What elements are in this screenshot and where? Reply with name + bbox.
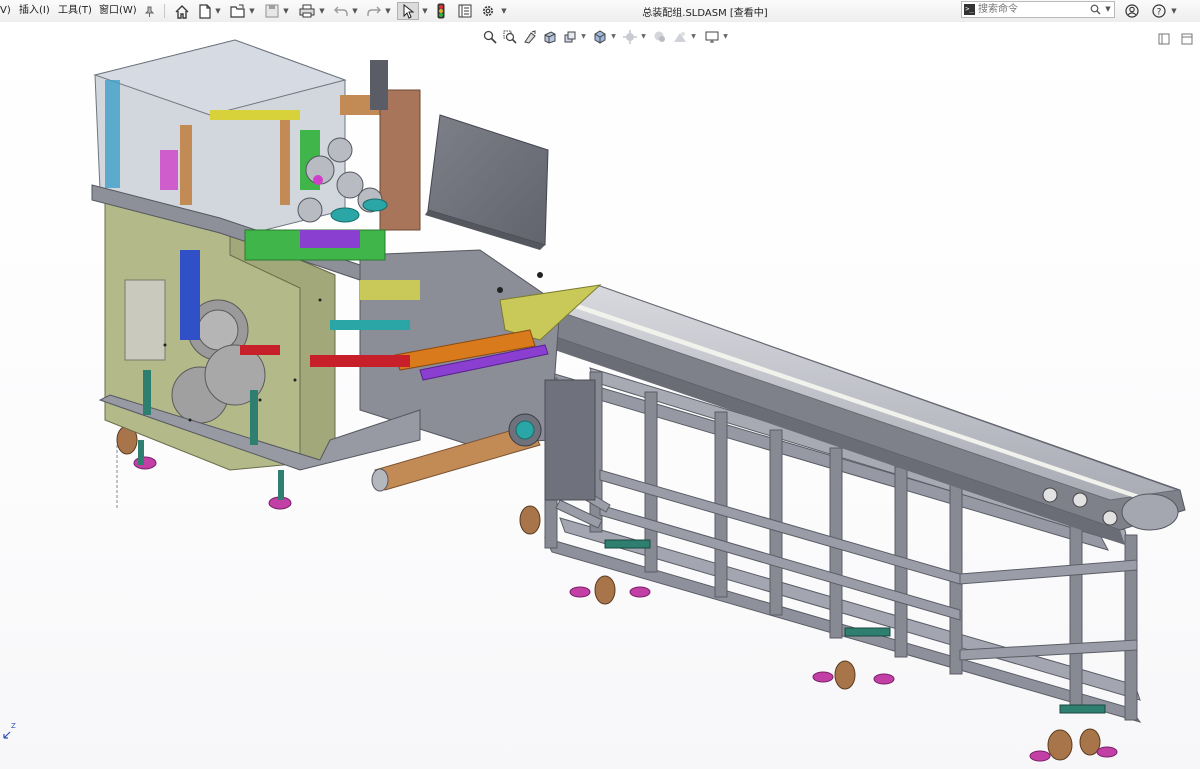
view-settings-icon[interactable] (704, 28, 720, 46)
save-dropdown-chevron-icon[interactable]: ▼ (282, 3, 290, 19)
display-style-icon[interactable] (622, 28, 638, 46)
title-command-bar: V) 插入(I) 工具(T) 窗口(W) ▼ ▼ ▼ ▼ ▼ ▼ ▼ ▼ 总装配… (0, 0, 1200, 23)
zoom-to-fit-icon[interactable] (482, 28, 498, 46)
command-prompt-icon: >_ (964, 4, 975, 15)
search-input[interactable] (978, 3, 1082, 16)
triad-z-label: Z (11, 722, 16, 730)
print-icon[interactable] (298, 2, 316, 20)
graphics-area[interactable]: Z (0, 22, 1200, 769)
previous-view-icon[interactable] (522, 28, 538, 46)
dynamic-annotation-icon[interactable] (562, 28, 578, 46)
view-settings-dropdown-chevron-icon[interactable]: ▼ (722, 28, 729, 46)
restore-panel-icon[interactable] (1158, 30, 1170, 45)
search-dropdown-chevron-icon[interactable]: ▼ (1103, 2, 1113, 17)
toolbar-separator (164, 4, 165, 18)
new-dropdown-chevron-icon[interactable]: ▼ (214, 3, 222, 19)
scene-dropdown-chevron-icon[interactable]: ▼ (690, 28, 697, 46)
document-title: 总装配组.SLDASM [查看中] (642, 8, 768, 19)
view-orientation-icon[interactable] (592, 28, 608, 46)
heads-up-view-toolbar: ▼ ▼ ▼ ▼ ▼ (482, 28, 742, 46)
menu-insert[interactable]: 插入(I) (19, 4, 50, 18)
options-dropdown-chevron-icon[interactable]: ▼ (500, 3, 508, 19)
search-commands-box[interactable]: >_ ▼ (961, 1, 1115, 18)
orientation-dropdown-chevron-icon[interactable]: ▼ (610, 28, 617, 46)
conveyor-belt (519, 285, 1186, 545)
home-icon[interactable] (173, 2, 191, 20)
user-icon[interactable] (1124, 2, 1140, 20)
edit-appearance-icon[interactable] (652, 28, 668, 46)
svg-text:?: ? (1157, 8, 1162, 18)
display-dropdown-chevron-icon[interactable]: ▼ (640, 28, 647, 46)
open-dropdown-chevron-icon[interactable]: ▼ (248, 3, 256, 19)
help-dropdown-chevron-icon[interactable]: ▼ (1170, 3, 1178, 19)
search-icon[interactable] (1090, 2, 1102, 17)
print-dropdown-chevron-icon[interactable]: ▼ (318, 3, 326, 19)
annotation-dropdown-chevron-icon[interactable]: ▼ (580, 28, 587, 46)
redo-dropdown-chevron-icon[interactable]: ▼ (384, 3, 392, 19)
undo-dropdown-chevron-icon[interactable]: ▼ (351, 3, 359, 19)
file-properties-icon[interactable] (456, 2, 474, 20)
section-view-icon[interactable] (542, 28, 558, 46)
save-icon[interactable] (264, 2, 280, 20)
new-document-icon[interactable] (197, 2, 213, 20)
help-icon[interactable]: ? (1151, 2, 1167, 20)
maximize-panel-icon[interactable] (1181, 30, 1193, 45)
coordinate-triad: Z (2, 722, 16, 744)
select-pointer-icon[interactable] (397, 2, 419, 20)
assembly-model[interactable] (0, 22, 1200, 769)
undo-icon[interactable] (333, 2, 349, 20)
redo-icon[interactable] (366, 2, 382, 20)
gear-icon[interactable] (479, 2, 497, 20)
open-folder-icon[interactable] (229, 2, 247, 20)
zoom-to-area-icon[interactable] (502, 28, 518, 46)
solidworks-window: V) 插入(I) 工具(T) 窗口(W) ▼ ▼ ▼ ▼ ▼ ▼ ▼ ▼ 总装配… (0, 0, 1200, 769)
apply-scene-icon[interactable] (672, 28, 688, 46)
menu-tools[interactable]: 工具(T) (58, 4, 92, 18)
rebuild-traffic-light-icon[interactable] (434, 2, 448, 20)
select-dropdown-chevron-icon[interactable]: ▼ (421, 3, 429, 19)
menu-view[interactable]: V) (0, 4, 11, 18)
hmi-panel (425, 114, 549, 250)
pin-icon[interactable] (142, 2, 156, 20)
menu-window[interactable]: 窗口(W) (99, 4, 137, 18)
